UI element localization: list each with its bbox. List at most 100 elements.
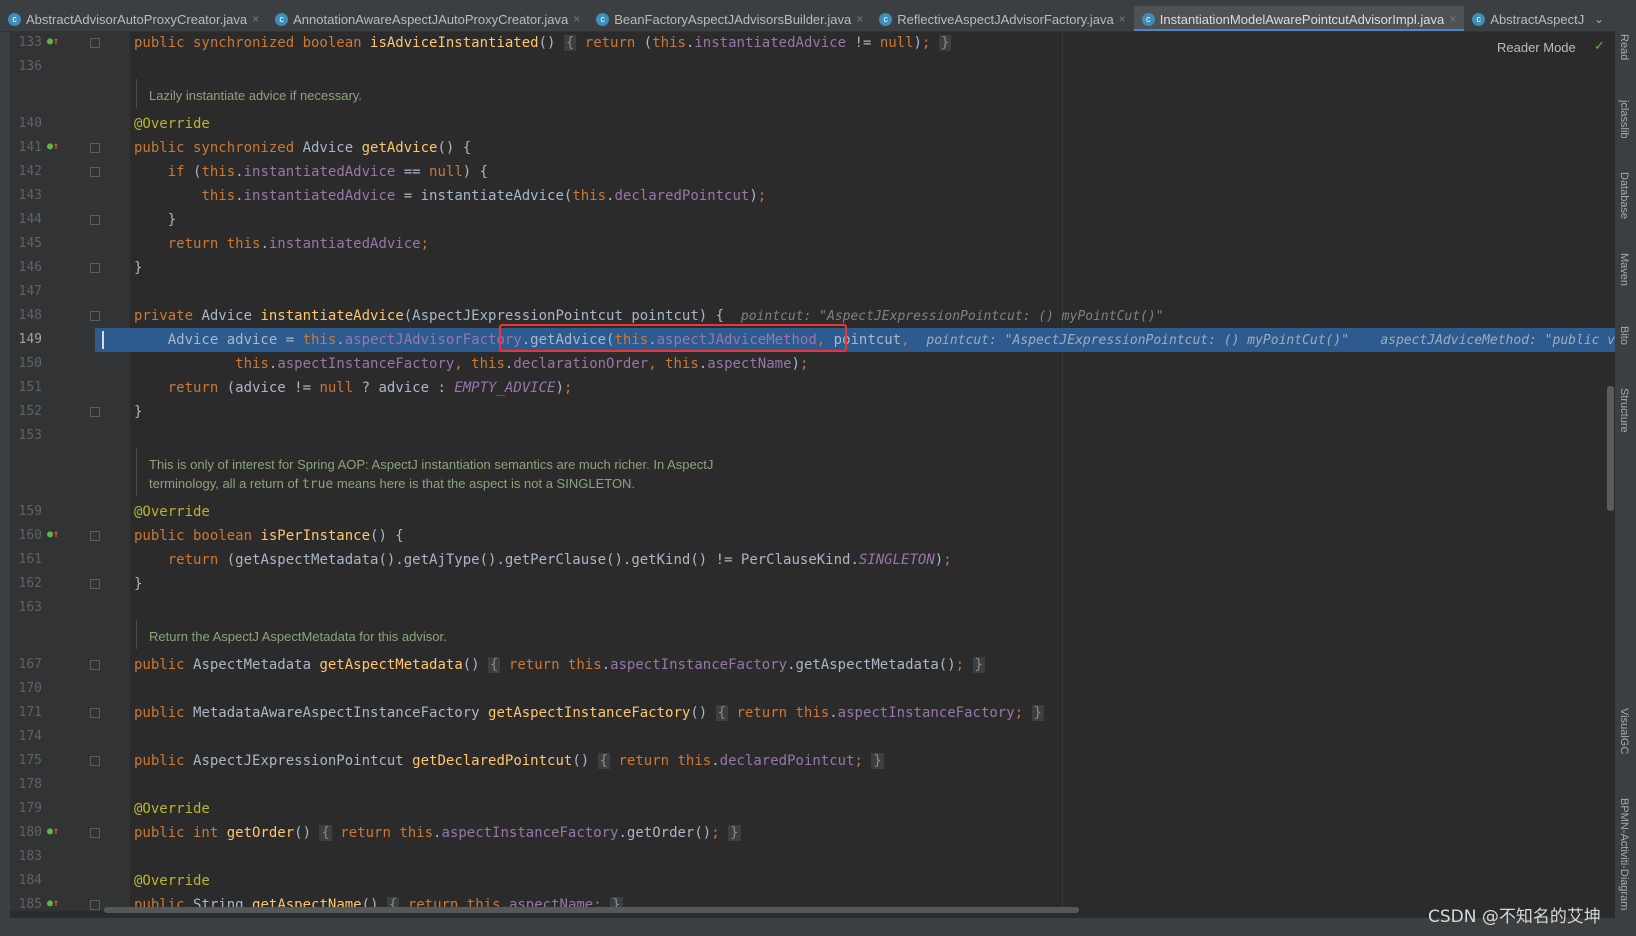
token: aspectJAdvisorFactory — [344, 332, 522, 348]
doc-comment: Return the AspectJ AspectMetadata for th… — [136, 620, 447, 649]
tab-0[interactable]: c AbstractAdvisorAutoProxyCreator.java × — [0, 6, 267, 31]
token: this — [235, 356, 269, 372]
code-line: 151 return (advice != null ? advice : EM… — [0, 376, 1615, 400]
fold-marker-icon[interactable] — [90, 167, 100, 177]
fold-marker-icon[interactable] — [90, 215, 100, 225]
fold-marker-icon[interactable] — [90, 756, 100, 766]
horizontal-scrollbar[interactable] — [104, 907, 1079, 913]
token: . — [235, 164, 244, 180]
code-text: public AspectJExpressionPointcut getDecl… — [134, 749, 884, 773]
token: . — [711, 753, 720, 769]
fold-marker-icon[interactable] — [90, 407, 100, 417]
fold-marker-icon[interactable] — [90, 38, 100, 48]
token: . — [829, 705, 838, 721]
token[interactable]: } — [871, 753, 884, 769]
tool-window-read[interactable]: Read — [1618, 34, 1630, 60]
tool-window-jclasslib[interactable]: jclasslib — [1618, 100, 1630, 139]
token: ? advice : — [361, 380, 455, 396]
token: aspectInstanceFactory — [610, 657, 788, 673]
close-icon[interactable]: × — [856, 12, 863, 26]
line-number: 170 — [18, 681, 42, 696]
token: . — [698, 356, 708, 372]
override-method-icon[interactable]: ●↑ — [47, 529, 59, 541]
token[interactable]: } — [1031, 705, 1044, 721]
close-icon[interactable]: × — [252, 12, 259, 26]
override-method-icon[interactable]: ●↑ — [47, 898, 59, 910]
fold-marker-icon[interactable] — [90, 660, 100, 670]
token: AspectJExpressionPointcut — [193, 753, 413, 769]
tab-2[interactable]: c BeanFactoryAspectJAdvisorsBuilder.java × — [588, 6, 871, 31]
tab-3[interactable]: c ReflectiveAspectJAdvisorFactory.java × — [871, 6, 1134, 31]
vertical-scrollbar[interactable] — [1607, 386, 1614, 511]
line-number: 147 — [18, 284, 42, 299]
line-number: 178 — [18, 777, 42, 792]
token[interactable]: } — [938, 35, 952, 51]
token[interactable]: { — [715, 705, 729, 721]
token: . — [336, 332, 345, 348]
code-text: this.instantiatedAdvice = instantiateAdv… — [134, 184, 766, 208]
token: ) — [555, 380, 564, 396]
fold-marker-icon[interactable] — [90, 579, 100, 589]
reader-mode-button[interactable]: Reader Mode — [1497, 40, 1576, 55]
code-line: 184 @Override — [0, 869, 1615, 893]
fold-marker-icon[interactable] — [90, 900, 100, 910]
tab-label: AbstractAdvisorAutoProxyCreator.java — [26, 11, 248, 27]
tool-window-structure[interactable]: Structure — [1618, 388, 1630, 433]
token: , — [901, 332, 910, 348]
token: if — [167, 164, 194, 180]
token[interactable]: { — [488, 657, 501, 673]
token[interactable]: } — [728, 825, 741, 841]
token: , this — [648, 356, 699, 372]
token: getAspectInstanceFactory — [488, 705, 691, 721]
line-number: 159 — [18, 504, 42, 519]
token: aspectInstanceFactory — [837, 705, 1015, 721]
token: public boolean — [134, 528, 261, 544]
chevron-down-icon[interactable]: ⌄ — [1594, 12, 1604, 26]
tab-5[interactable]: c AbstractAspectJ — [1464, 6, 1592, 31]
fold-marker-icon[interactable] — [90, 708, 100, 718]
fold-marker-icon[interactable] — [90, 531, 100, 541]
token: declarationOrder — [513, 356, 649, 372]
tool-window-bito[interactable]: Bito — [1618, 326, 1630, 345]
java-class-icon: c — [1472, 12, 1486, 26]
tool-window-maven[interactable]: Maven — [1618, 253, 1630, 286]
code-text: @Override — [134, 797, 210, 821]
fold-marker-icon[interactable] — [90, 263, 100, 273]
close-icon[interactable]: × — [1449, 12, 1456, 26]
token[interactable]: { — [563, 35, 577, 51]
tab-4[interactable]: c InstantiationModelAwarePointcutAdvisorI… — [1133, 6, 1465, 31]
close-icon[interactable]: × — [573, 12, 580, 26]
tool-window-bpmn-activiti-diagram[interactable]: BPMN-Activiti-Diagram — [1618, 798, 1630, 910]
code-line: 142 if (this.instantiatedAdvice == null)… — [0, 160, 1615, 184]
watermark: CSDN @不知名的艾坤 — [1428, 907, 1601, 927]
tool-window-database[interactable]: Database — [1618, 172, 1630, 219]
override-method-icon[interactable]: ●↑ — [47, 826, 59, 838]
fold-marker-icon[interactable] — [90, 143, 100, 153]
status-bar — [0, 918, 1636, 936]
doc-comment-line: This is only of interest for Spring AOP:… — [149, 455, 713, 474]
token: .getOrder() — [618, 825, 712, 841]
close-icon[interactable]: × — [1119, 12, 1126, 26]
fold-marker-icon[interactable] — [90, 828, 100, 838]
token: Advice — [302, 140, 362, 156]
doc-text: This is only of interest for Spring AOP:… — [149, 457, 714, 472]
doc-comment-line: terminology, all a return of true means … — [149, 474, 713, 494]
doc-text: Lazily instantiate advice if necessary. — [149, 88, 362, 103]
code-line: 161 return (getAspectMetadata().getAjTyp… — [0, 548, 1615, 572]
override-method-icon[interactable]: ●↑ — [47, 141, 59, 153]
tab-1[interactable]: c AnnotationAwareAspectJAutoProxyCreator.… — [267, 6, 588, 31]
tool-window-visualgc[interactable]: VisualGC — [1618, 708, 1630, 754]
check-icon: ✓ — [1594, 39, 1605, 54]
token[interactable]: { — [319, 825, 332, 841]
token: () — [294, 825, 320, 841]
token[interactable]: } — [972, 657, 985, 673]
token: SINGLETON — [858, 552, 935, 568]
fold-marker-icon[interactable] — [90, 311, 100, 321]
token[interactable]: { — [597, 753, 611, 769]
code-line: 162} — [0, 572, 1615, 596]
override-method-icon[interactable]: ●↑ — [47, 36, 59, 48]
code-line: 171 public MetadataAwareAspectInstanceFac… — [0, 701, 1615, 725]
